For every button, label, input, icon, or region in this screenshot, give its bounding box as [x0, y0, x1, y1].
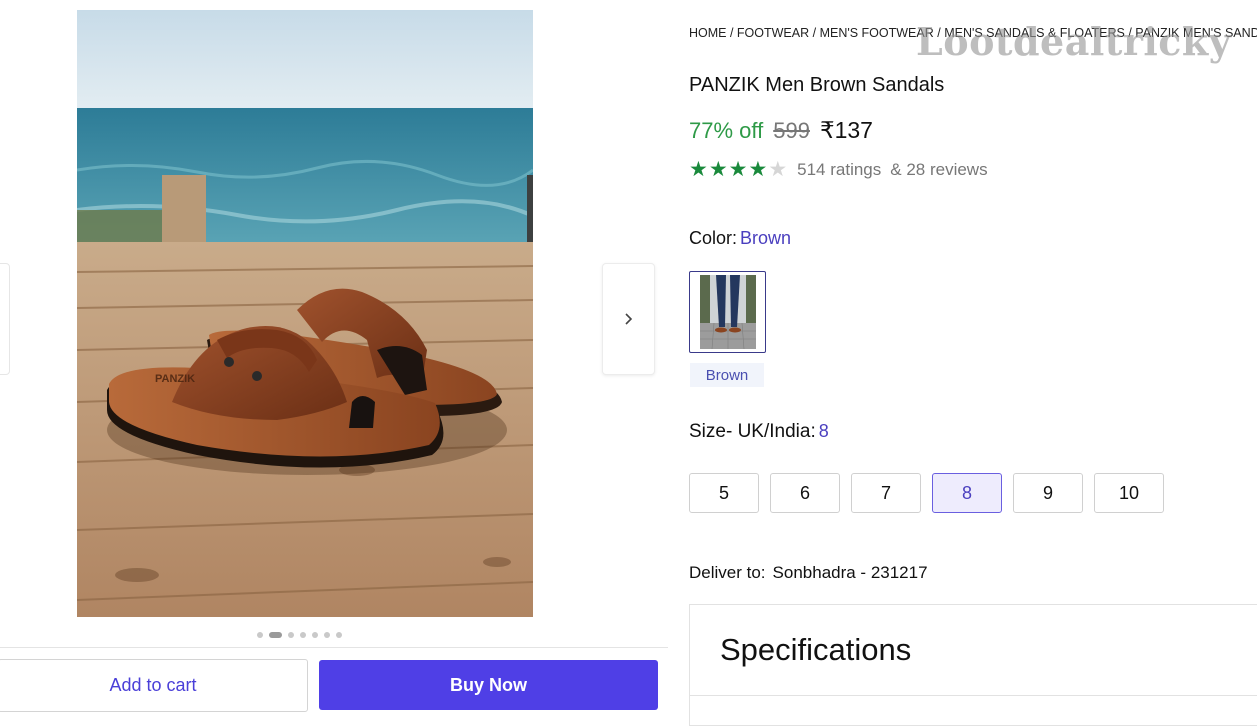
gallery-dots	[257, 632, 342, 638]
star-icon: ★	[708, 158, 728, 181]
color-label: Color: Brown	[689, 228, 791, 249]
size-value: 8	[818, 421, 829, 441]
color-label-text: Color:	[689, 228, 738, 248]
delivery-location: Sonbhadra - 231217	[772, 563, 928, 582]
color-swatch[interactable]	[689, 271, 766, 353]
breadcrumb-footwear[interactable]: FOOTWEAR	[737, 26, 809, 40]
next-image-button[interactable]	[602, 263, 655, 375]
ratings-count: 514 ratings	[797, 160, 882, 179]
rating-stars: ★ ★ ★ ★ ★	[689, 159, 787, 181]
gallery-dot[interactable]	[257, 632, 263, 638]
product-image[interactable]: PANZIK	[77, 10, 533, 617]
swatch-thumbnail	[699, 275, 756, 349]
color-value: Brown	[740, 228, 792, 248]
gallery-dot[interactable]	[288, 632, 294, 638]
product-title: PANZIK Men Brown Sandals	[689, 74, 945, 96]
chevron-right-icon	[624, 313, 632, 325]
sandal-brand-print: PANZIK	[155, 373, 195, 385]
gallery-dot[interactable]	[312, 632, 318, 638]
selling-price: ₹137	[819, 117, 873, 143]
breadcrumb-home[interactable]: HOME	[689, 26, 727, 40]
size-option-9[interactable]: 9	[1013, 473, 1083, 513]
star-icon: ★	[728, 158, 748, 181]
size-option-10[interactable]: 10	[1094, 473, 1164, 513]
reviews-count: & 28 reviews	[890, 160, 988, 179]
gallery-dot[interactable]	[324, 632, 330, 638]
size-label-text: Size- UK/India:	[689, 421, 816, 442]
star-empty-icon: ★	[768, 158, 788, 181]
specifications-title[interactable]: Specifications	[720, 632, 911, 668]
color-swatch-label[interactable]: Brown	[690, 363, 764, 387]
prev-image-arrow[interactable]	[0, 263, 10, 375]
size-option-5[interactable]: 5	[689, 473, 759, 513]
deliver-to-label: Deliver to:	[689, 563, 766, 582]
size-option-7[interactable]: 7	[851, 473, 921, 513]
gallery-dot-active[interactable]	[269, 632, 282, 638]
original-price: 599	[773, 118, 810, 143]
size-option-8[interactable]: 8	[932, 473, 1002, 513]
gallery-dot[interactable]	[300, 632, 306, 638]
specifications-divider	[689, 695, 1257, 696]
size-option-6[interactable]: 6	[770, 473, 840, 513]
size-label: Size- UK/India: 8	[689, 421, 829, 443]
action-bar-divider	[0, 647, 668, 648]
size-options: 5 6 7 8 9 10	[689, 473, 1164, 513]
watermark: Lootdealtricky	[916, 19, 1232, 64]
price-row: 77% off 599 ₹137	[689, 117, 873, 144]
discount-percent: 77% off	[689, 118, 764, 143]
delivery-row[interactable]: Deliver to: Sonbhadra - 231217	[689, 563, 928, 583]
buy-now-button[interactable]: Buy Now	[319, 660, 658, 710]
gallery-dot[interactable]	[336, 632, 342, 638]
star-icon: ★	[689, 158, 708, 181]
add-to-cart-button[interactable]: Add to cart	[0, 659, 308, 712]
rating-row[interactable]: ★ ★ ★ ★ ★ 514 ratings & 28 reviews	[689, 159, 988, 181]
star-icon: ★	[748, 158, 768, 181]
